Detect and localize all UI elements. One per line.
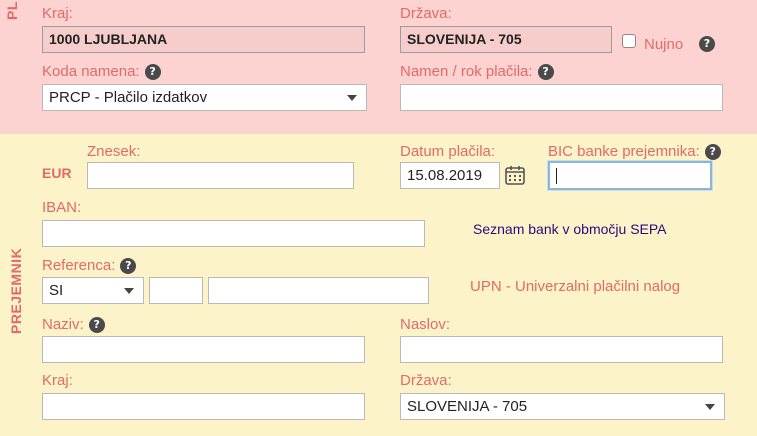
bic-help-icon[interactable]: ? (704, 144, 721, 161)
sepa-banks-link[interactable]: Seznam bank v območju SEPA (473, 221, 667, 237)
bic-field[interactable] (548, 161, 712, 190)
address-field[interactable] (400, 336, 723, 363)
recipient-section: PREJEMNIK Znesek: EUR Datum plačila: 15.… (0, 134, 757, 436)
recipient-country-select[interactable]: SLOVENIJA - 705 (400, 393, 725, 420)
reference-label-text: Referenca: (42, 257, 116, 274)
recipient-city-label: Kraj: (42, 372, 73, 389)
recipient-country-selected: SLOVENIJA - 705 (407, 398, 528, 415)
reference-model-select[interactable]: SI (42, 277, 144, 304)
payer-section-label: PL (4, 1, 20, 20)
payment-date-field[interactable]: 15.08.2019 (400, 162, 500, 189)
purpose-help-icon[interactable]: ? (537, 64, 554, 81)
payer-country-field: SLOVENIJA - 705 (400, 26, 612, 53)
upn-link[interactable]: UPN - Univerzalni plačilni nalog (470, 278, 680, 295)
urgent-label: Nujno (644, 36, 684, 53)
recipient-country-label: Država: (400, 372, 452, 389)
calendar-icon[interactable] (504, 164, 526, 186)
bic-label: BIC banke prejemnika:? (548, 143, 721, 161)
name-label-text: Naziv: (42, 316, 84, 333)
name-label: Naziv:? (42, 316, 105, 334)
currency-label: EUR (42, 165, 72, 181)
purpose-code-help-icon[interactable]: ? (144, 64, 161, 81)
payer-city-field: 1000 LJUBLJANA (42, 26, 365, 53)
purpose-code-label: Koda namena:? (42, 63, 161, 81)
purpose-code-select[interactable]: PRCP - Plačilo izdatkov (42, 84, 367, 111)
address-label: Naslov: (400, 316, 451, 333)
reference-part1-field[interactable] (149, 277, 203, 304)
bic-label-text: BIC banke prejemnika: (548, 143, 700, 160)
reference-part2-field[interactable] (208, 277, 429, 304)
chevron-down-icon (705, 404, 715, 410)
chevron-down-icon (347, 95, 357, 101)
purpose-label: Namen / rok plačila:? (400, 63, 554, 81)
purpose-label-text: Namen / rok plačila: (400, 63, 533, 80)
payer-country-label: Država: (400, 5, 452, 22)
payer-city-label: Kraj: (42, 5, 73, 22)
reference-label: Referenca:? (42, 257, 137, 275)
purpose-code-label-text: Koda namena: (42, 63, 140, 80)
recipient-city-field[interactable] (42, 393, 365, 420)
name-help-icon[interactable]: ? (88, 317, 105, 334)
iban-field[interactable] (42, 220, 425, 247)
chevron-down-icon (124, 288, 134, 294)
text-caret (556, 168, 557, 185)
iban-label: IBAN: (42, 199, 82, 216)
payer-section: PL Kraj: 1000 LJUBLJANA Država: SLOVENIJ… (0, 0, 757, 134)
reference-model-selected: SI (49, 282, 64, 299)
amount-field[interactable] (87, 162, 354, 189)
purpose-field[interactable] (400, 84, 723, 111)
urgent-help-icon[interactable]: ? (699, 36, 715, 52)
reference-help-icon[interactable]: ? (120, 258, 137, 275)
urgent-checkbox[interactable] (622, 34, 636, 48)
purpose-code-selected: PRCP - Plačilo izdatkov (49, 89, 208, 106)
payment-date-label: Datum plačila: (400, 143, 496, 160)
name-field[interactable] (42, 336, 365, 363)
amount-label: Znesek: (87, 143, 141, 160)
recipient-section-label: PREJEMNIK (8, 247, 24, 334)
